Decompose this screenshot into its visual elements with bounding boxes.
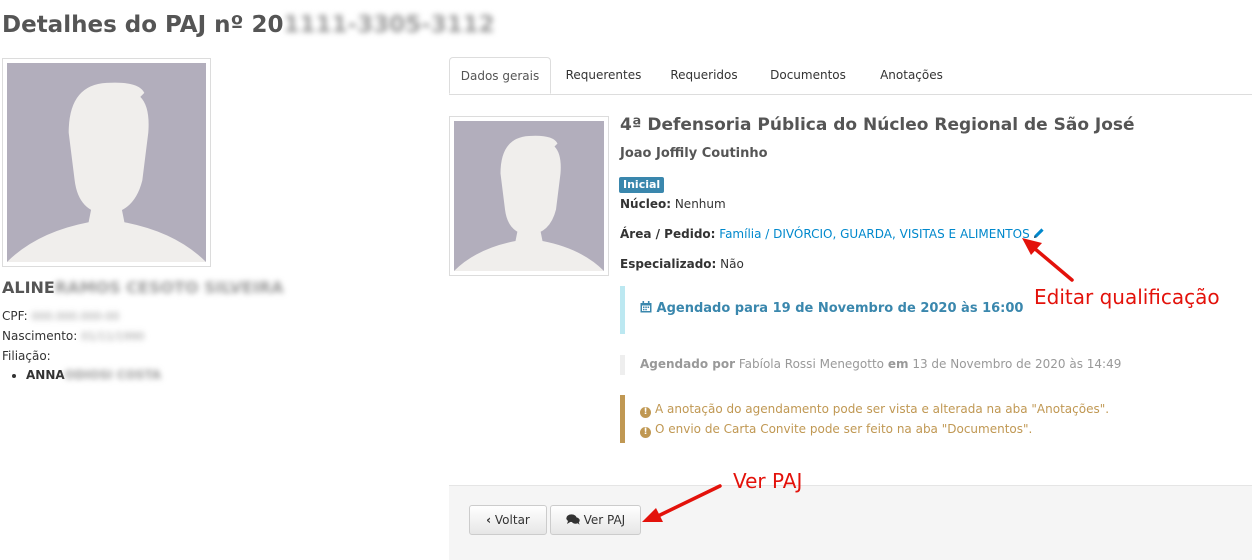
view-paj-button[interactable]: Ver PAJ xyxy=(550,505,641,535)
avatar-silhouette-icon xyxy=(454,135,604,271)
filiacao-name-redacted: ODIOSI COSTA xyxy=(64,368,161,382)
nascimento-value-redacted: 01/11/1990 xyxy=(81,330,145,343)
person-name: ALINERAMOS CESOTO SILVEIRA xyxy=(2,278,284,297)
especializado-label: Especializado: xyxy=(620,257,717,271)
defensoria-photo xyxy=(449,116,609,276)
calendar-icon xyxy=(640,301,652,316)
page-title-text: Detalhes do PAJ nº 20 xyxy=(2,12,284,38)
scheduled-on-value: 13 de Novembro de 2020 às 14:49 xyxy=(912,357,1122,371)
view-paj-button-label: Ver PAJ xyxy=(583,513,626,527)
comments-icon xyxy=(566,513,580,527)
nucleo-label: Núcleo: xyxy=(620,197,671,211)
scheduled-by-text: Agendado por Fabíola Rossi Menegotto em … xyxy=(640,357,1121,371)
tab-bar: Dados gerais Requerentes Requeridos Docu… xyxy=(449,57,1252,95)
filiacao-list: ANNAODIOSI COSTA xyxy=(10,368,161,382)
schedule-headline: Agendado para 19 de Novembro de 2020 às … xyxy=(640,301,1023,316)
list-item: ANNAODIOSI COSTA xyxy=(26,368,161,382)
person-name-redacted: RAMOS CESOTO SILVEIRA xyxy=(54,278,284,297)
person-name-text: ALINE xyxy=(2,278,55,297)
especializado-value: Não xyxy=(720,257,744,271)
especializado-field: Especializado: Não xyxy=(620,257,744,271)
tab-requeridos[interactable]: Requeridos xyxy=(656,57,752,93)
chevron-left-icon: ‹ xyxy=(486,513,492,527)
nascimento-label: Nascimento: xyxy=(2,329,78,343)
avatar-silhouette-icon xyxy=(7,82,206,262)
area-pedido-link[interactable]: Família / DIVÓRCIO, GUARDA, VISITAS E AL… xyxy=(719,227,1029,241)
tab-requerentes[interactable]: Requerentes xyxy=(553,57,654,93)
nucleo-field: Núcleo: Nenhum xyxy=(620,197,726,211)
notice-annotations: ! A anotação do agendamento pode ser vist… xyxy=(640,402,1109,418)
person-photo xyxy=(2,58,211,267)
exclamation-icon: ! xyxy=(640,407,651,418)
filiacao-name: ANNA xyxy=(26,368,65,382)
filiacao-label: Filiação: xyxy=(2,349,51,363)
schedule-headline-text: Agendado para 19 de Novembro de 2020 às … xyxy=(656,301,1024,316)
scheduled-by-label: Agendado por xyxy=(640,357,736,371)
cpf-line: CPF: 000.000.000-00 xyxy=(2,309,119,323)
annotation-ver-paj: Ver PAJ xyxy=(733,469,803,493)
tab-anotacoes[interactable]: Anotações xyxy=(864,57,959,93)
exclamation-icon: ! xyxy=(640,427,651,438)
nucleo-value: Nenhum xyxy=(674,197,726,211)
notice-text: A anotação do agendamento pode ser vista… xyxy=(655,402,1110,416)
notice-documents: ! O envio de Carta Convite pode ser feito… xyxy=(640,422,1032,438)
page-title: Detalhes do PAJ nº 201111-3305-3112 xyxy=(2,12,495,38)
annotation-editar-qualificacao: Editar qualificação xyxy=(1034,285,1220,309)
nascimento-line: Nascimento: 01/11/1990 xyxy=(2,329,145,343)
page-title-redacted: 1111-3305-3112 xyxy=(283,12,495,38)
scheduled-on-label: em xyxy=(887,357,909,371)
back-button-label: Voltar xyxy=(494,513,530,527)
cpf-value-redacted: 000.000.000-00 xyxy=(31,310,120,323)
cpf-label: CPF: xyxy=(2,309,28,323)
defensoria-title: 4ª Defensoria Pública do Núcleo Regional… xyxy=(620,115,1135,135)
tab-documentos[interactable]: Documentos xyxy=(754,57,862,93)
area-label: Área / Pedido: xyxy=(620,227,716,241)
status-badge: Inicial xyxy=(619,177,665,193)
scheduled-by-name: Fabíola Rossi Menegotto xyxy=(738,357,885,371)
notice-text: O envio de Carta Convite pode ser feito … xyxy=(655,422,1033,436)
tab-dados-gerais[interactable]: Dados gerais xyxy=(449,57,551,94)
annotation-arrow-edit xyxy=(1022,238,1074,282)
back-button[interactable]: ‹ Voltar xyxy=(469,505,547,535)
area-field: Área / Pedido: Família / DIVÓRCIO, GUARD… xyxy=(620,227,1045,242)
defensor-name: Joao Joffily Coutinho xyxy=(620,146,768,161)
pencil-icon[interactable] xyxy=(1033,227,1045,242)
